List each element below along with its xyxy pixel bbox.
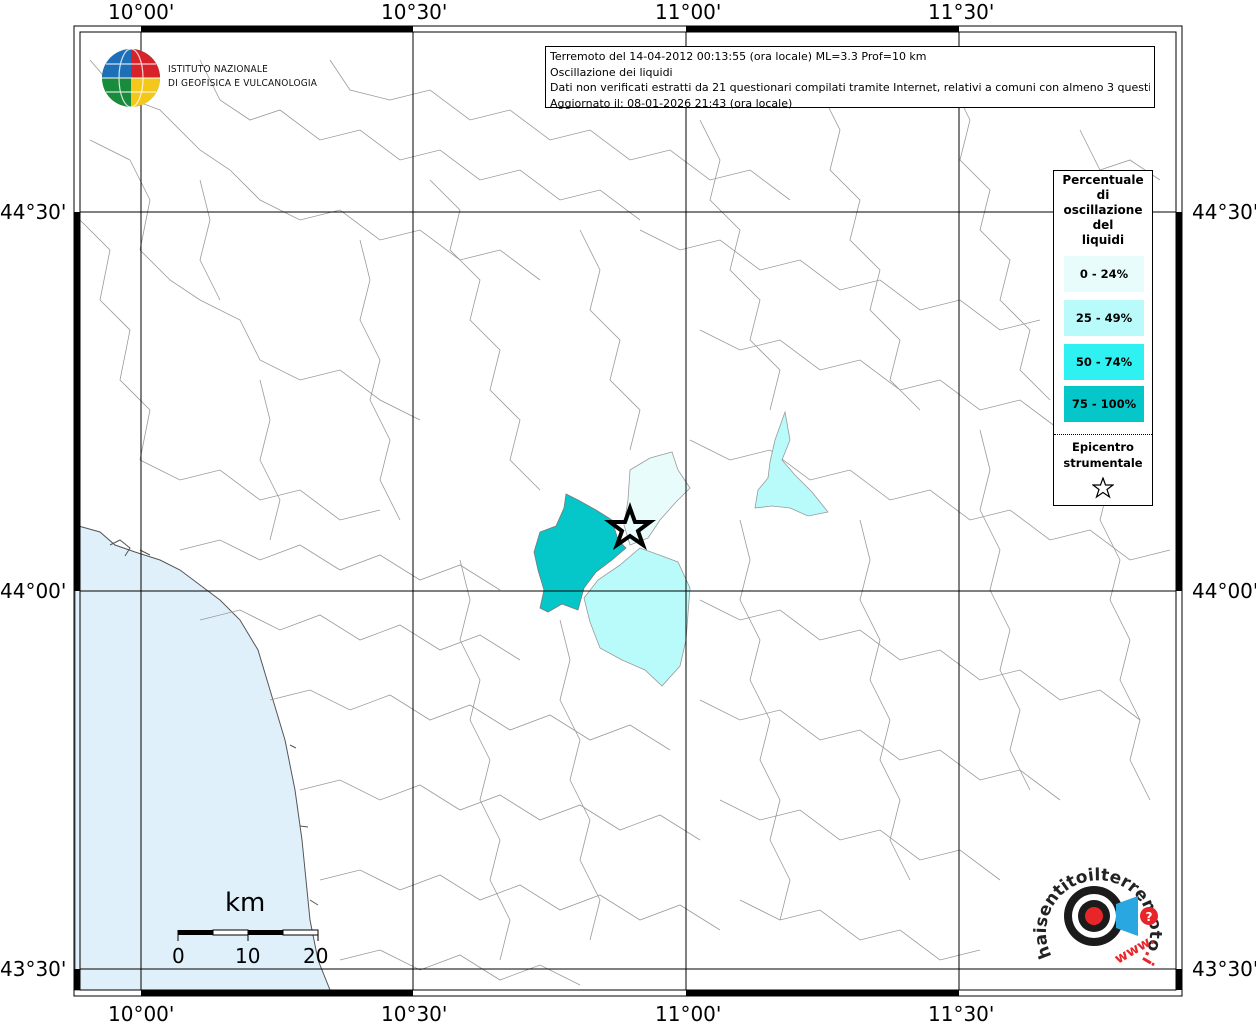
legend-class-0-24: 0 - 24% — [1064, 256, 1144, 292]
lon-label-top-3: 11°00' — [655, 0, 722, 24]
lat-label-left-2: 44°00' — [0, 579, 67, 603]
lat-label-right-1: 44°30' — [1192, 200, 1256, 224]
legend-class-50-74: 50 - 74% — [1064, 344, 1144, 380]
lon-label-top-1: 10°00' — [108, 0, 175, 24]
scale-label-20: 20 — [303, 944, 329, 968]
legend-title-line: di — [1096, 188, 1110, 202]
svg-text:?: ? — [1146, 910, 1153, 924]
legend-class-75-100: 75 - 100% — [1064, 386, 1144, 422]
legend-title-line: liquidi — [1081, 233, 1125, 247]
scale-label-10: 10 — [235, 944, 261, 968]
lat-label-right-3: 43°30' — [1192, 957, 1256, 981]
legend-title: Percentuale di oscillazione del liquidi — [1054, 173, 1152, 248]
info-line-2: Oscillazione dei liquidi — [550, 65, 673, 79]
ingv-globe-icon — [102, 48, 160, 108]
info-line-1: Terremoto del 14-04-2012 00:13:55 (ora l… — [550, 50, 927, 63]
scale-label-0: 0 — [172, 944, 185, 968]
lat-label-left-1: 44°30' — [0, 200, 67, 224]
lat-label-right-2: 44°00' — [1192, 579, 1256, 603]
municipality-25-49-north — [754, 410, 829, 517]
legend-epicenter-label: Epicentro strumentale — [1054, 439, 1152, 471]
ingv-name-line1: ISTITUTO NAZIONALE — [168, 64, 268, 75]
lon-label-bottom-3: 11°00' — [655, 1002, 722, 1026]
lon-label-bottom-4: 11°30' — [928, 1002, 995, 1026]
lon-label-top-4: 11°30' — [928, 0, 995, 24]
info-line-4: Aggiornato il: 08-01-2026 21:43 (ora loc… — [550, 96, 793, 110]
lon-label-bottom-2: 10°30' — [381, 1002, 448, 1026]
legend-title-line: del — [1092, 218, 1114, 232]
legend-epicenter-line: Epicentro — [1072, 440, 1134, 454]
lat-label-left-3: 43°30' — [0, 957, 67, 981]
legend: Percentuale di oscillazione del liquidi … — [1053, 170, 1153, 506]
legend-separator — [1054, 434, 1152, 435]
legend-epicenter-line: strumentale — [1063, 456, 1143, 470]
scale-unit: km — [225, 888, 266, 918]
event-info-box: Terremoto del 14-04-2012 00:13:55 (ora l… — [545, 46, 1155, 110]
legend-star-icon — [1092, 477, 1114, 499]
haisentito-logo: haisentitoilterremoto.it ? www. — [1032, 860, 1164, 969]
lon-label-top-2: 10°30' — [381, 0, 448, 24]
legend-class-25-49: 25 - 49% — [1064, 300, 1144, 336]
lon-label-bottom-1: 10°00' — [108, 1002, 175, 1026]
legend-title-line: oscillazione — [1063, 203, 1143, 217]
municipality-0-24 — [623, 451, 691, 546]
ingv-name-line2: DI GEOFISICA E VULCANOLOGIA — [168, 78, 318, 89]
sea — [74, 524, 331, 991]
info-line-3: Dati non verificati estratti da 21 quest… — [550, 81, 1150, 94]
legend-title-line: Percentuale — [1062, 173, 1144, 187]
